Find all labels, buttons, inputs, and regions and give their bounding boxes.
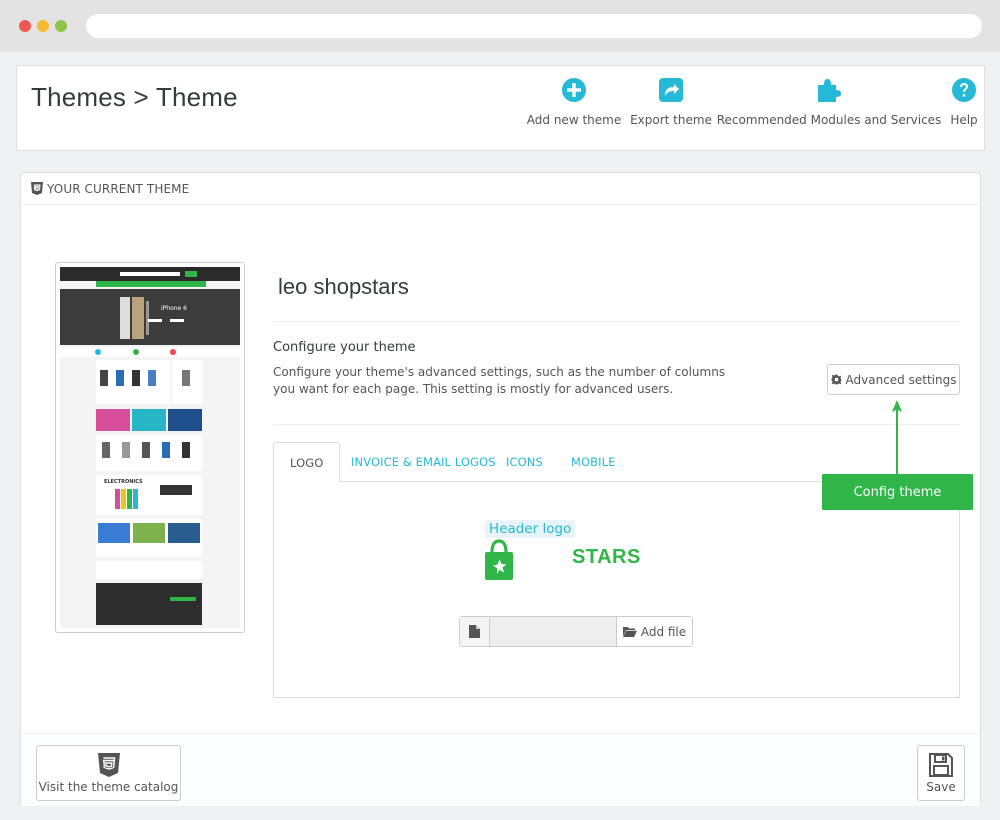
divider xyxy=(273,424,960,425)
page: Themes > Theme Add new theme Export them… xyxy=(0,52,1000,820)
save-label: Save xyxy=(926,779,956,794)
puzzle-icon xyxy=(818,79,841,102)
add-new-theme-label: Add new theme xyxy=(526,113,622,127)
maximize-window-dot[interactable] xyxy=(55,20,67,32)
address-bar[interactable] xyxy=(86,14,982,38)
save-button[interactable]: Save xyxy=(917,745,965,801)
logo-brand-text: STARS xyxy=(572,546,641,568)
help-icon xyxy=(952,78,976,102)
panel-footer: Visit the theme catalog Save xyxy=(21,733,980,806)
close-window-dot[interactable] xyxy=(19,20,31,32)
html5-icon xyxy=(31,182,43,195)
file-icon xyxy=(469,625,480,638)
header-logo-caption: Header logo xyxy=(485,520,576,538)
visit-theme-catalog-label: Visit the theme catalog xyxy=(38,779,179,794)
configure-description: Configure your theme's advanced settings… xyxy=(273,365,726,396)
file-path-input[interactable] xyxy=(490,617,616,646)
browser-chrome xyxy=(0,0,1000,52)
annotation-arrow xyxy=(892,400,902,474)
help-label: Help xyxy=(950,113,978,127)
export-theme-label: Export theme xyxy=(630,113,712,127)
panel-title: YOUR CURRENT THEME xyxy=(47,181,190,196)
folder-open-icon xyxy=(622,627,637,637)
panel-heading: YOUR CURRENT THEME xyxy=(21,173,980,205)
file-icon-box xyxy=(460,617,490,646)
header-logo-image: STARS xyxy=(480,538,660,582)
recommended-modules-button[interactable]: Recommended Modules and Services xyxy=(717,76,941,136)
preview-hero-text: iPhone 6 xyxy=(161,305,187,312)
recommended-modules-label: Recommended Modules and Services xyxy=(716,113,942,127)
page-title: Themes > Theme xyxy=(31,82,238,112)
minimize-window-dot[interactable] xyxy=(37,20,49,32)
tab-logo[interactable]: LOGO xyxy=(273,442,341,483)
current-theme-panel: YOUR CURRENT THEME iPhone 6 ELECTRONICS … xyxy=(20,172,981,806)
theme-preview-image: iPhone 6 ELECTRONICS xyxy=(60,267,240,628)
visit-theme-catalog-button[interactable]: Visit the theme catalog xyxy=(36,745,181,801)
page-header: Themes > Theme Add new theme Export them… xyxy=(16,65,985,151)
tab-invoice-email-logos[interactable]: INVOICE & EMAIL LOGOS xyxy=(335,442,512,482)
share-icon xyxy=(659,78,683,102)
save-icon xyxy=(929,752,953,777)
advanced-settings-label: Advanced settings xyxy=(845,372,957,387)
add-file-label: Add file xyxy=(640,624,687,639)
divider xyxy=(273,321,960,322)
shopping-bag-star-icon xyxy=(485,539,513,580)
add-new-theme-button[interactable]: Add new theme xyxy=(526,76,622,136)
add-file-button[interactable]: Add file xyxy=(616,617,692,646)
help-button[interactable]: Help xyxy=(947,76,981,136)
config-theme-callout: Config theme xyxy=(822,474,973,510)
tab-icons[interactable]: ICONS xyxy=(490,442,559,482)
tab-mobile[interactable]: MOBILE xyxy=(555,442,632,482)
gear-icon xyxy=(830,374,842,385)
export-theme-button[interactable]: Export theme xyxy=(630,76,712,136)
logo-file-upload: Add file xyxy=(459,616,693,647)
theme-preview-drawing xyxy=(60,267,240,625)
advanced-settings-button[interactable]: Advanced settings xyxy=(827,364,960,395)
configure-title: Configure your theme xyxy=(273,340,416,355)
theme-name: leo shopstars xyxy=(278,274,409,299)
logo-tab-content: Header logo STARS Add file xyxy=(273,482,960,698)
theme-thumbnail: iPhone 6 ELECTRONICS xyxy=(55,262,245,633)
plus-circle-icon xyxy=(562,78,586,102)
html5-icon xyxy=(97,752,120,777)
preview-banner-text: ELECTRONICS xyxy=(104,479,143,485)
